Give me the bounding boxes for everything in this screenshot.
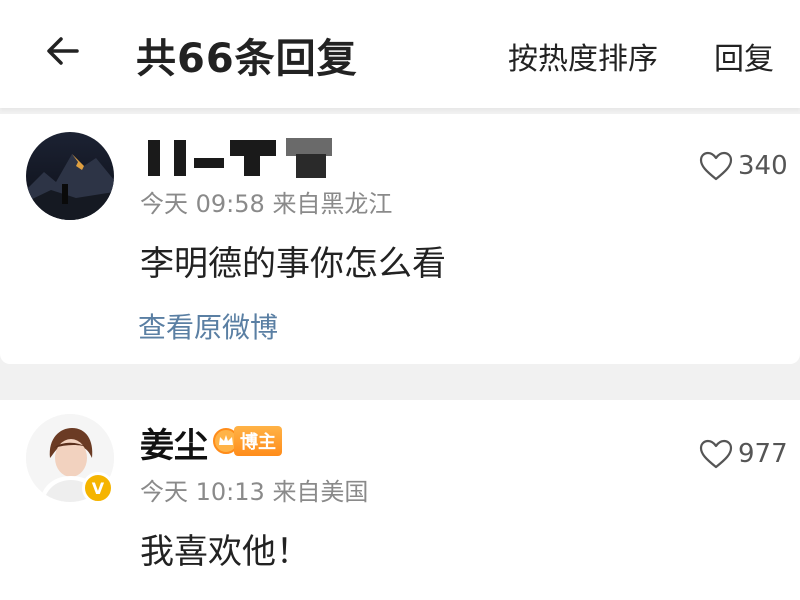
original-post-card: 今天 09:58 来自黑龙江 李明德的事你怎么看 查看原微博 340: [0, 114, 800, 364]
reply-comment: V 姜尘 博主 今天 10:13 来自美国 我喜欢他！ 977: [0, 400, 800, 600]
heart-outline-icon: [699, 439, 733, 469]
reply-text: 我喜欢他！: [140, 532, 310, 572]
blogger-badge: 博主: [212, 426, 282, 456]
reply-location: 来自美国: [272, 478, 369, 506]
username-redacted: [148, 136, 338, 180]
reply-button[interactable]: 回复: [714, 34, 774, 78]
sort-by-hot-button[interactable]: 按热度排序: [508, 34, 658, 78]
view-original-weibo-link[interactable]: 查看原微博: [138, 306, 278, 346]
original-post-time: 今天 09:58: [140, 190, 265, 218]
original-post-like-count: 340: [738, 151, 788, 181]
verified-v-icon: V: [82, 472, 114, 504]
reply-like-count: 977: [738, 439, 788, 469]
original-post-location: 来自黑龙江: [272, 190, 393, 218]
reply-like-button[interactable]: 977: [698, 438, 788, 470]
blogger-badge-label: 博主: [234, 426, 282, 456]
reply-time: 今天 10:13: [140, 478, 265, 506]
back-button[interactable]: [38, 26, 88, 76]
top-bar: 共66条回复 按热度排序 回复: [0, 0, 800, 108]
reply-meta: 今天 10:13 来自美国: [140, 472, 368, 507]
original-post-meta: 今天 09:58 来自黑龙江: [140, 184, 392, 219]
original-poster-avatar[interactable]: [26, 132, 114, 220]
original-post-text: 李明德的事你怎么看: [140, 244, 446, 284]
heart-outline-icon: [699, 151, 733, 181]
reply-author-username[interactable]: 姜尘: [140, 418, 208, 467]
page-title: 共66条回复: [136, 36, 358, 82]
original-post-like-button[interactable]: 340: [698, 150, 788, 182]
back-arrow-icon: [47, 37, 79, 65]
